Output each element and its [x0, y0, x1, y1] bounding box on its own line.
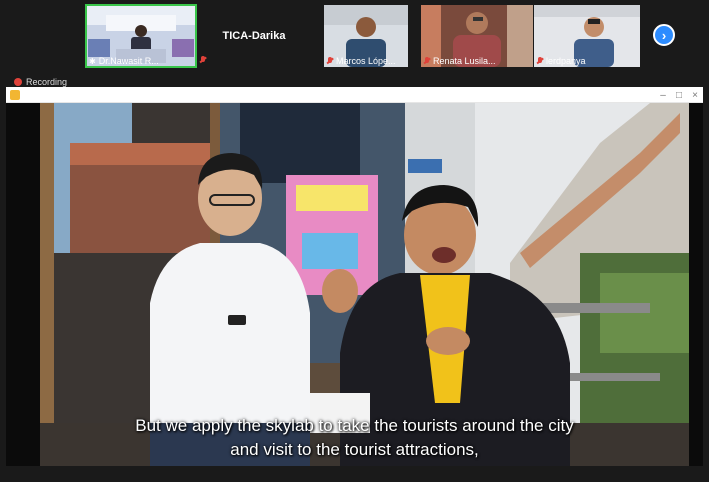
letterbox-right	[689, 103, 703, 466]
next-page-button[interactable]: ›	[653, 24, 675, 46]
video-frame	[40, 103, 689, 466]
participant-tile-tica-darika[interactable]: TICA-Darika	[212, 5, 296, 67]
participant-name: lerdpanya	[537, 56, 586, 66]
chevron-right-icon: ›	[661, 27, 667, 43]
participant-name: Renata Lusila...	[424, 56, 496, 66]
participant-tile-lerdpanya[interactable]: lerdpanya	[534, 5, 640, 67]
video-player[interactable]: But we apply the skylab to take the tour…	[6, 103, 703, 466]
app-icon	[10, 90, 20, 100]
recording-label: Recording	[26, 77, 68, 87]
shared-screen-window: – □ × But we apply the skylab to take th…	[6, 87, 703, 466]
participant-tile-renata[interactable]: Renata Lusila...	[421, 5, 533, 67]
participant-tile-nawasit[interactable]: ✱ Dr.Nawasit R...	[85, 4, 197, 68]
mic-muted-icon	[424, 57, 430, 65]
minimize-button[interactable]: –	[655, 87, 671, 103]
participant-name: ✱ Dr.Nawasit R...	[89, 56, 159, 66]
pin-icon: ✱	[89, 56, 96, 66]
participant-name: Marcos Lópe...	[327, 56, 396, 66]
mic-muted-icon	[200, 56, 206, 64]
letterbox-left	[6, 103, 40, 466]
mic-muted-icon	[537, 57, 543, 65]
maximize-button[interactable]: □	[671, 87, 687, 103]
close-button[interactable]: ×	[687, 87, 703, 103]
participant-strip: ✱ Dr.Nawasit R... TICA-Darika Marcos Lóp…	[0, 0, 709, 76]
participant-tile-marcos[interactable]: Marcos Lópe...	[324, 5, 408, 67]
mic-muted-icon	[327, 57, 333, 65]
record-dot-icon	[14, 78, 22, 86]
window-titlebar: – □ ×	[6, 87, 703, 103]
subtitle-line-2: and visit to the tourist attractions,	[230, 440, 479, 459]
video-scene-image	[40, 103, 689, 466]
recording-indicator: Recording	[14, 77, 67, 87]
bottom-bar	[0, 466, 709, 482]
recording-bar: Recording	[0, 76, 709, 87]
participant-name: TICA-Darika	[222, 30, 286, 42]
subtitle-line-1: But we apply the skylab to take the tour…	[135, 416, 574, 435]
